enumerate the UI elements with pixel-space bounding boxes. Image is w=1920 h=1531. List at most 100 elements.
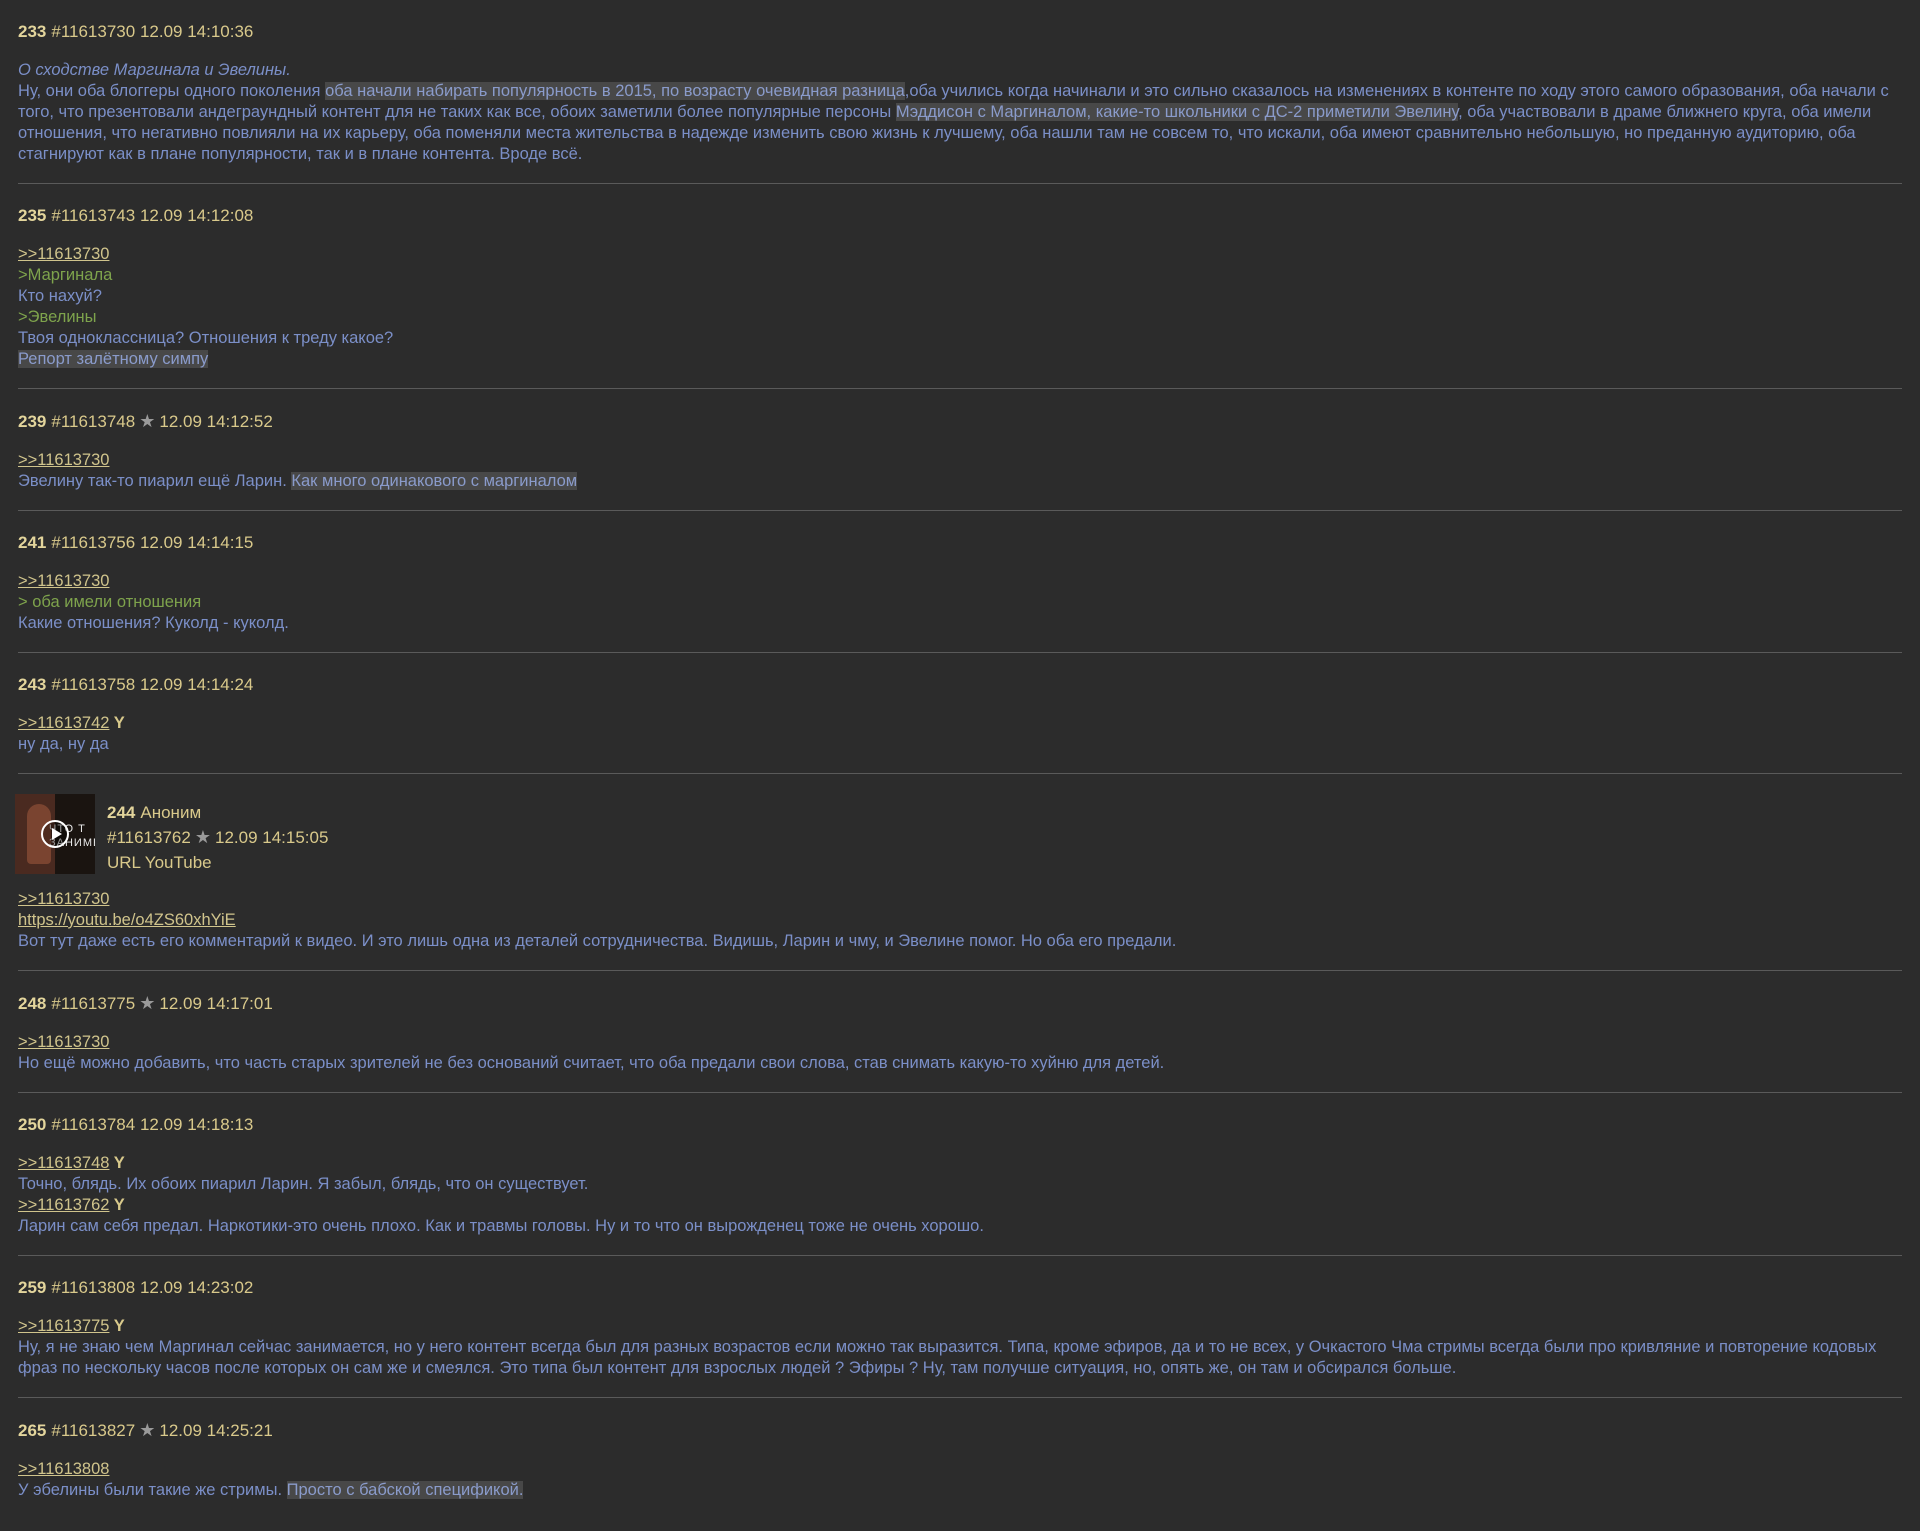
- post: 233 #11613730 12.09 14:10:36 О сходстве Ма…: [18, 0, 1902, 184]
- spoiler-text[interactable]: Репорт залётному симпу: [18, 350, 209, 368]
- post-number[interactable]: 265: [18, 1421, 46, 1440]
- post: 241 #11613756 12.09 14:14:15 >>11613730 > о…: [18, 511, 1902, 653]
- thread: 233 #11613730 12.09 14:10:36 О сходстве Ма…: [0, 0, 1920, 1519]
- reply-link[interactable]: >>11613730: [18, 1033, 109, 1051]
- meta-row: 244 Аноним: [107, 800, 328, 825]
- post-text: Эвелину так-то пиарил ещё Ларин.: [18, 472, 292, 490]
- post-line: >>11613730: [18, 450, 1902, 471]
- play-icon: [41, 820, 69, 848]
- post-header: 241 #11613756 12.09 14:14:15: [18, 531, 1902, 555]
- post-header: 239 #11613748 ★ 12.09 14:12:52: [18, 409, 1902, 434]
- post-meta: 244 Аноним #11613762 ★ 12.09 14:15:05 URL You…: [107, 794, 328, 875]
- spoiler-text[interactable]: Как много одинакового с маргиналом: [291, 472, 578, 490]
- post-header: 265 #11613827 ★ 12.09 14:25:21: [18, 1418, 1902, 1443]
- post-id[interactable]: #11613775: [51, 994, 135, 1013]
- post-number[interactable]: 259: [18, 1278, 46, 1297]
- external-link[interactable]: https://youtu.be/o4ZS60xhYiE: [18, 911, 236, 929]
- greentext-quote: > оба имели отношения: [18, 593, 202, 611]
- post-date: 12.09 14:17:01: [159, 994, 273, 1013]
- post-line: Кто нахуй?: [18, 286, 1902, 307]
- post-body: >>11613775 Y Ну, я не знаю чем Маргинал с…: [18, 1316, 1902, 1397]
- post: ЧТО Т ЗАНИМЕСЯ 244 Аноним #11613762★12.09 1…: [15, 774, 1902, 971]
- reply-link[interactable]: >>11613730: [18, 245, 109, 263]
- reply-link[interactable]: >>11613775: [18, 1317, 109, 1335]
- post-line: >>11613730: [18, 1032, 1902, 1053]
- post-header: 243 #11613758 12.09 14:14:24: [18, 673, 1902, 697]
- post-line: https://youtu.be/o4ZS60xhYiE: [18, 910, 1902, 931]
- post-body: >>11613730 > оба имели отношения Какие отн…: [18, 571, 1902, 652]
- post-id[interactable]: #11613748: [51, 412, 135, 431]
- spoiler-text[interactable]: оба начали набирать популярность в 2015,…: [325, 82, 905, 100]
- post-text: Но ещё можно добавить, что часть старых …: [18, 1054, 1165, 1072]
- post-number[interactable]: 233: [18, 22, 46, 41]
- reply-link[interactable]: >>11613762: [18, 1196, 109, 1214]
- post-date: 12.09 14:23:02: [139, 1278, 254, 1297]
- post-header: 250 #11613784 12.09 14:18:13: [18, 1113, 1902, 1137]
- post-date: 12.09 14:14:15: [139, 533, 254, 552]
- post-line: >>11613808: [18, 1459, 1902, 1480]
- post-id[interactable]: #11613730: [51, 22, 135, 41]
- star-icon[interactable]: ★: [139, 1420, 155, 1440]
- post-id[interactable]: #11613743: [51, 206, 135, 225]
- post-line: >Эвелины: [18, 307, 1902, 328]
- post-line: >>11613742 Y: [18, 713, 1902, 734]
- post-id[interactable]: #11613756: [51, 533, 135, 552]
- meta-row: #11613762 ★ 12.09 14:15:05: [107, 825, 328, 850]
- star-icon[interactable]: ★: [139, 993, 155, 1013]
- post-header: 235 #11613743 12.09 14:12:08: [18, 204, 1902, 228]
- reply-link[interactable]: >>11613730: [18, 451, 109, 469]
- post-id[interactable]: #11613762: [107, 828, 191, 847]
- post-date: 12.09 14:12:52: [159, 412, 273, 431]
- post-line: Твоя одноклассница? Отношения к треду ка…: [18, 328, 1902, 349]
- post-number[interactable]: 244: [107, 803, 135, 822]
- post-number[interactable]: 239: [18, 412, 46, 431]
- post-number[interactable]: 243: [18, 675, 46, 694]
- post-body: >>11613742 Yну да, ну да: [18, 713, 1902, 773]
- post-body: >>11613730 Эвелину так-то пиарил ещё Лари…: [18, 450, 1902, 510]
- star-icon[interactable]: ★: [195, 827, 211, 847]
- post-number[interactable]: 235: [18, 206, 46, 225]
- post-number[interactable]: 250: [18, 1115, 46, 1134]
- video-thumbnail[interactable]: ЧТО Т ЗАНИМЕСЯ: [15, 794, 95, 874]
- post-line: >Маргинала: [18, 265, 1902, 286]
- reply-link[interactable]: >>11613730: [18, 572, 109, 590]
- post-id[interactable]: #11613827: [51, 1421, 135, 1440]
- post-line: Вот тут даже есть его комментарий к виде…: [18, 931, 1902, 952]
- post-number[interactable]: 241: [18, 533, 46, 552]
- post-body: >>11613748 Y Точно, блядь. Их обоих пиари…: [18, 1153, 1902, 1255]
- post-text: Твоя одноклассница? Отношения к треду ка…: [18, 329, 394, 347]
- post-header: 248 #11613775 ★ 12.09 14:17:01: [18, 991, 1902, 1016]
- post-header: 259 #11613808 12.09 14:23:02: [18, 1276, 1902, 1300]
- media-source: URL YouTube: [107, 853, 212, 872]
- post-id[interactable]: #11613808: [51, 1278, 135, 1297]
- reply-link[interactable]: >>11613730: [18, 890, 109, 908]
- star-icon[interactable]: ★: [139, 411, 155, 431]
- post-date: 12.09 14:15:05: [214, 828, 329, 847]
- author-name: Аноним: [140, 803, 202, 822]
- you-marker: Y: [109, 1196, 125, 1214]
- post-line: Точно, блядь. Их обоих пиарил Ларин. Я з…: [18, 1174, 1902, 1195]
- post-number[interactable]: 248: [18, 994, 46, 1013]
- post-line: ну да, ну да: [18, 734, 1902, 755]
- post-line: >>11613730: [18, 244, 1902, 265]
- post-text: Вот тут даже есть его комментарий к виде…: [18, 932, 1177, 950]
- reply-link[interactable]: >>11613748: [18, 1154, 109, 1172]
- post-text: Ну, я не знаю чем Маргинал сейчас занима…: [18, 1338, 1877, 1377]
- post-id[interactable]: #11613758: [51, 675, 135, 694]
- spoiler-text[interactable]: Мэддисон с Маргиналом, какие-то школьник…: [895, 103, 1459, 121]
- post-header: ЧТО Т ЗАНИМЕСЯ 244 Аноним #11613762★12.09 1…: [15, 794, 1902, 875]
- post-header: 233 #11613730 12.09 14:10:36: [18, 20, 1902, 44]
- post-line: Какие отношения? Куколд - куколд.: [18, 613, 1902, 634]
- spoiler-text[interactable]: Просто с бабской спецификой.: [286, 1481, 524, 1499]
- post-line: >>11613730: [18, 571, 1902, 592]
- post-line: >>11613748 Y: [18, 1153, 1902, 1174]
- post-line: О сходстве Маргинала и Эвелины.: [18, 60, 1902, 81]
- post-text: Ларин сам себя предал. Наркотики-это оче…: [18, 1217, 984, 1235]
- post-text: Ну, они оба блоггеры одного поколения: [18, 82, 326, 100]
- post-text: Какие отношения? Куколд - куколд.: [18, 614, 289, 632]
- post-id[interactable]: #11613784: [51, 1115, 135, 1134]
- post-line: Ларин сам себя предал. Наркотики-это оче…: [18, 1216, 1902, 1237]
- reply-link[interactable]: >>11613742: [18, 714, 109, 732]
- reply-link[interactable]: >>11613808: [18, 1460, 109, 1478]
- post-date: 12.09 14:10:36: [139, 22, 254, 41]
